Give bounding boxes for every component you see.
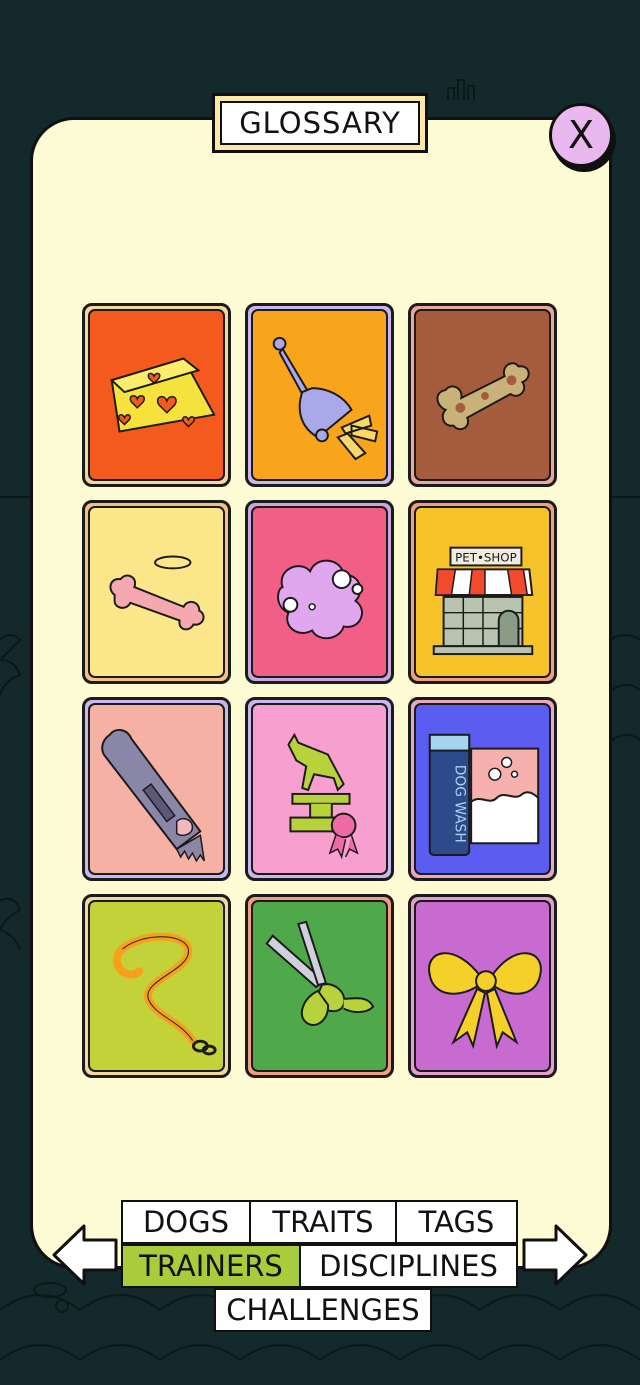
card-bow[interactable] <box>408 894 557 1078</box>
scissors-icon <box>265 920 375 1026</box>
card-pet-shop[interactable]: PET•SHOP <box>408 500 557 684</box>
card-angel-bone[interactable] <box>82 500 231 684</box>
tab-tags[interactable]: TAGS <box>395 1200 518 1244</box>
angel-bone-icon <box>109 555 205 631</box>
trophy-icon <box>287 732 359 860</box>
card-bow-face <box>414 900 551 1072</box>
bubble-cloud-icon <box>277 559 364 640</box>
bone-icon <box>436 362 530 431</box>
next-arrow-button[interactable] <box>520 1220 590 1290</box>
card-bone[interactable] <box>408 303 557 487</box>
card-bell-face <box>251 309 388 481</box>
previous-arrow-button[interactable] <box>50 1220 120 1290</box>
glossary-grid: PET•SHOP DOG WASH <box>82 303 558 1081</box>
cheese-icon <box>109 357 216 433</box>
page-title: GLOSSARY <box>220 101 420 145</box>
dog-wash-label: DOG WASH <box>451 765 467 843</box>
card-leash[interactable] <box>82 894 231 1078</box>
bow-icon <box>428 952 542 1050</box>
bell-icon <box>272 336 379 461</box>
card-bubble-cloud-face <box>251 506 388 678</box>
pet-shop-sign: PET•SHOP <box>455 550 517 564</box>
card-leash-face <box>88 900 225 1072</box>
leash-icon <box>113 932 217 1056</box>
card-trophy-face <box>251 703 388 875</box>
card-scissors-face <box>251 900 388 1072</box>
tab-trainers[interactable]: TRAINERS <box>121 1244 301 1288</box>
card-scissors[interactable] <box>245 894 394 1078</box>
card-bell[interactable] <box>245 303 394 487</box>
card-trophy[interactable] <box>245 697 394 881</box>
tab-disciplines[interactable]: DISCIPLINES <box>299 1244 518 1288</box>
card-bubble-cloud[interactable] <box>245 500 394 684</box>
clippers-icon <box>101 729 206 863</box>
card-cheese[interactable] <box>82 303 231 487</box>
tab-dogs[interactable]: DOGS <box>121 1200 251 1244</box>
close-button[interactable]: X <box>549 103 613 167</box>
card-angel-bone-face <box>88 506 225 678</box>
card-clippers[interactable] <box>82 697 231 881</box>
tab-traits[interactable]: TRAITS <box>249 1200 397 1244</box>
pet-shop-icon: PET•SHOP <box>432 546 534 656</box>
card-dog-wash[interactable]: DOG WASH <box>408 697 557 881</box>
card-clippers-face <box>88 703 225 875</box>
card-bone-face <box>414 309 551 481</box>
glossary-title-plate: GLOSSARY <box>212 93 428 153</box>
tab-challenges[interactable]: CHALLENGES <box>214 1288 432 1332</box>
card-cheese-face <box>88 309 225 481</box>
card-dog-wash-face: DOG WASH <box>414 703 551 875</box>
dog-wash-icon: DOG WASH <box>428 733 540 856</box>
card-pet-shop-face: PET•SHOP <box>414 506 551 678</box>
